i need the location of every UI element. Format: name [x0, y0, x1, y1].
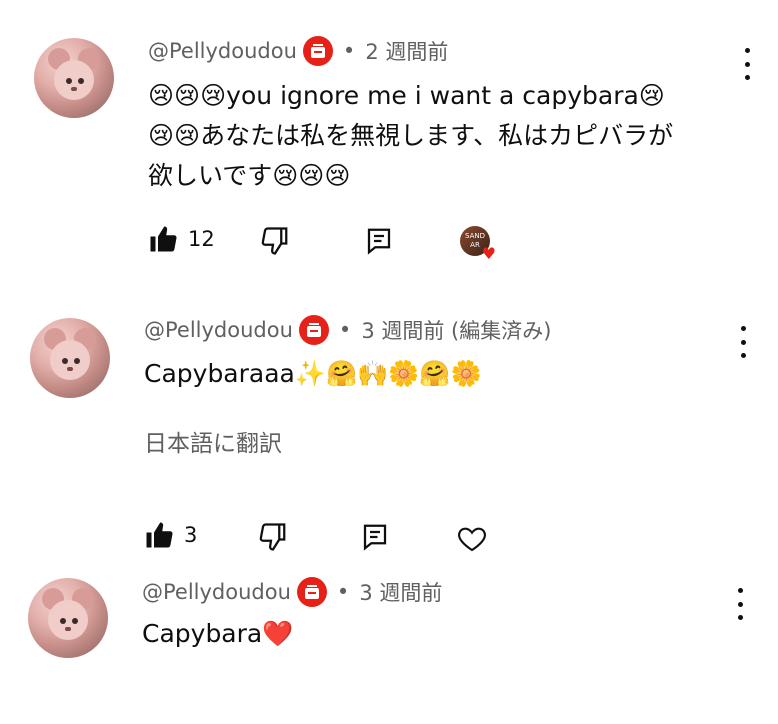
- comment-text-line: Capybara❤️: [142, 619, 294, 648]
- reply-icon[interactable]: [360, 522, 390, 552]
- avatar[interactable]: [30, 318, 110, 398]
- translate-link[interactable]: 日本語に翻訳: [144, 424, 282, 458]
- comment-time[interactable]: 2 週間前: [365, 36, 448, 66]
- more-vertical-icon[interactable]: [730, 588, 750, 620]
- comment-author[interactable]: @Pellydoudou: [148, 39, 297, 63]
- comment-text-line: 😢😢😢you ignore me i want a capybara😢: [148, 81, 665, 110]
- separator-dot: •: [338, 318, 352, 342]
- comment-time[interactable]: 3 週間前 (編集済み): [361, 315, 551, 345]
- comment-author[interactable]: @Pellydoudou: [142, 580, 291, 604]
- comment-actions: 3: [144, 520, 544, 556]
- comment-time[interactable]: 3 週間前: [359, 577, 442, 607]
- member-badge-icon: [302, 36, 333, 66]
- comment-text-line: Capybaraaa✨🤗🙌🌼🤗🌼: [144, 359, 482, 388]
- like-count: 3: [184, 523, 198, 547]
- separator-dot: •: [336, 580, 350, 604]
- heart-icon: ♥: [481, 244, 496, 263]
- thumbs-down-icon[interactable]: [258, 522, 288, 552]
- member-badge-icon: [298, 315, 329, 345]
- avatar[interactable]: [28, 578, 108, 658]
- reply-icon[interactable]: [364, 226, 394, 256]
- thumbs-up-icon[interactable]: [144, 520, 174, 550]
- more-vertical-icon[interactable]: [737, 48, 757, 80]
- like-count: 12: [188, 227, 215, 251]
- separator-dot: •: [342, 39, 356, 63]
- thumbs-up-icon[interactable]: [148, 224, 178, 254]
- heart-outline-icon[interactable]: [456, 522, 488, 554]
- comment-actions: 12 SAND AR ♥: [148, 224, 548, 262]
- thumbs-down-icon[interactable]: [260, 226, 290, 256]
- creator-heart-avatar[interactable]: SAND AR ♥: [460, 226, 496, 262]
- comment-text-line: 欲しいです😢😢😢: [148, 161, 351, 190]
- comment-author[interactable]: @Pellydoudou: [144, 318, 293, 342]
- avatar[interactable]: [34, 38, 114, 118]
- member-badge-icon: [296, 577, 327, 607]
- comment-text-line: 😢😢あなたは私を無視します、私はカピバラが: [148, 121, 674, 150]
- more-vertical-icon[interactable]: [733, 326, 753, 358]
